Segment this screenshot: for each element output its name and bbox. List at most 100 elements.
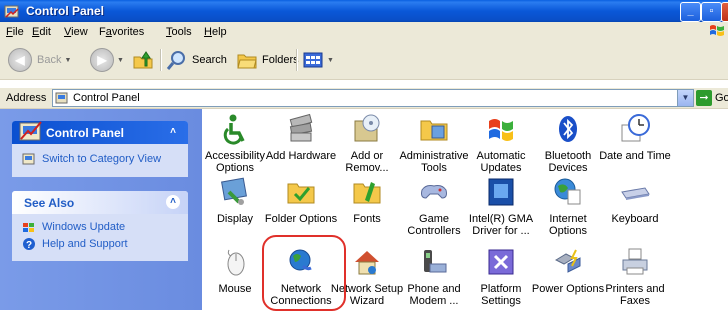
menu-bar: File Edit View Favorites Tools Help	[0, 22, 728, 42]
item-accessibility-options[interactable]: Accessibility Options	[198, 113, 272, 174]
item-keyboard[interactable]: Keyboard	[598, 176, 672, 225]
menu-favorites[interactable]: Favorites	[99, 26, 144, 38]
item-label: Keyboard	[611, 213, 659, 225]
printers-faxes-icon	[622, 248, 648, 275]
item-bluetooth-devices[interactable]: Bluetooth Devices	[531, 113, 605, 174]
see-also-title: See Also	[24, 196, 75, 210]
folders-icon	[237, 54, 257, 69]
item-label: Printers and Faxes	[605, 283, 665, 307]
switch-to-category-view-link[interactable]: Switch to Category View	[22, 150, 178, 167]
see-also-section-header[interactable]: See Also ˄	[12, 191, 188, 214]
switch-to-category-view-label: Switch to Category View	[42, 152, 162, 165]
power-options-icon	[554, 249, 581, 273]
up-folder-icon	[133, 51, 153, 69]
task-pane: Control Panel ˄ Switch to Category View …	[0, 109, 202, 310]
item-label: Internet Options	[549, 213, 587, 237]
folders-button[interactable]: Folders	[236, 47, 299, 73]
search-icon	[166, 51, 185, 70]
item-label: Power Options	[531, 283, 605, 295]
views-button[interactable]: ▼	[302, 47, 334, 73]
control-panel-section-title: Control Panel	[46, 126, 125, 140]
help-and-support-label: Help and Support	[42, 237, 128, 250]
item-label: Display	[216, 213, 254, 225]
windows-update-label: Windows Update	[42, 220, 126, 233]
svg-text:?: ?	[26, 240, 32, 251]
control-panel-icon	[4, 5, 19, 18]
collapse-chevron-icon[interactable]: ˄	[166, 195, 180, 209]
item-intel-gma-driver[interactable]: Intel(R) GMA Driver for ...	[464, 176, 538, 237]
date-time-icon	[621, 114, 650, 142]
item-label: Automatic Updates	[476, 150, 526, 174]
restore-button[interactable]: ▫	[701, 2, 722, 22]
bluetooth-icon	[559, 116, 577, 142]
close-button[interactable]	[721, 2, 728, 22]
item-label: Date and Time	[599, 150, 671, 162]
back-dropdown-icon: ▼	[64, 56, 72, 64]
menu-edit[interactable]: Edit	[32, 26, 51, 38]
category-view-icon	[22, 153, 35, 164]
forward-arrow-icon: ▶	[90, 48, 114, 72]
go-button[interactable]: ➞ Go	[696, 89, 728, 106]
mouse-icon	[227, 249, 245, 276]
item-label: Game Controllers	[407, 213, 461, 237]
item-label: Phone and Modem ...	[407, 283, 461, 307]
item-add-hardware[interactable]: Add Hardware	[264, 113, 338, 162]
minimize-button[interactable]: _	[680, 2, 701, 22]
toolbar-separator	[160, 49, 162, 71]
accessibility-icon	[223, 114, 245, 145]
item-label: Mouse	[218, 283, 252, 295]
item-printers-and-faxes[interactable]: Printers and Faxes	[598, 246, 672, 307]
search-label: Search	[192, 54, 227, 66]
menu-help[interactable]: Help	[204, 26, 227, 38]
toolbar-separator	[296, 49, 298, 71]
administrative-tools-icon	[420, 120, 448, 141]
item-add-remove-programs[interactable]: Add or Remov...	[330, 113, 404, 174]
item-automatic-updates[interactable]: Automatic Updates	[464, 113, 538, 174]
item-internet-options[interactable]: Internet Options	[531, 176, 605, 237]
item-power-options[interactable]: Power Options	[531, 246, 605, 295]
item-platform-settings[interactable]: Platform Settings	[464, 246, 538, 307]
internet-options-icon	[554, 178, 581, 205]
item-phone-and-modem[interactable]: Phone and Modem ...	[397, 246, 471, 307]
item-label: Add Hardware	[265, 150, 337, 162]
see-also-section: See Also ˄ Windows Update ? Help and Sup…	[12, 191, 188, 261]
fonts-icon	[353, 182, 381, 204]
up-folder-button[interactable]	[132, 47, 154, 73]
menu-tools[interactable]: Tools	[166, 26, 192, 38]
control-panel-icon	[55, 92, 68, 104]
item-display[interactable]: Display	[198, 176, 272, 225]
help-and-support-link[interactable]: ? Help and Support	[22, 235, 178, 252]
forward-dropdown-icon: ▼	[117, 56, 124, 64]
item-label: Add or Remov...	[345, 150, 389, 174]
item-date-and-time[interactable]: Date and Time	[598, 113, 672, 162]
game-controllers-icon	[421, 185, 447, 199]
item-folder-options[interactable]: Folder Options	[264, 176, 338, 225]
windows-update-icon	[23, 222, 34, 232]
automatic-updates-icon	[489, 119, 513, 141]
item-fonts[interactable]: Fonts	[330, 176, 404, 225]
item-label: Intel(R) GMA Driver for ...	[468, 213, 534, 237]
folders-label: Folders	[262, 54, 299, 66]
address-input[interactable]: Control Panel ▼	[52, 89, 694, 107]
address-value: Control Panel	[73, 92, 140, 104]
control-panel-section-header[interactable]: Control Panel ˄	[12, 121, 188, 144]
item-mouse[interactable]: Mouse	[198, 246, 272, 295]
windows-logo-icon	[710, 25, 724, 36]
network-setup-wizard-icon	[355, 251, 379, 275]
forward-button[interactable]: ▶ ▼	[90, 47, 124, 73]
item-label: Platform Settings	[480, 283, 522, 307]
item-administrative-tools[interactable]: Administrative Tools	[397, 113, 471, 174]
item-game-controllers[interactable]: Game Controllers	[397, 176, 471, 237]
add-hardware-icon	[289, 113, 313, 142]
search-button[interactable]: Search	[166, 47, 227, 73]
collapse-chevron-icon[interactable]: ˄	[166, 125, 180, 139]
back-button[interactable]: ◀ Back ▼	[8, 47, 71, 73]
windows-update-link[interactable]: Windows Update	[22, 218, 178, 235]
item-label: Accessibility Options	[205, 150, 265, 174]
menu-file[interactable]: File	[6, 26, 24, 38]
menu-view[interactable]: View	[64, 26, 88, 38]
address-dropdown-icon[interactable]: ▼	[677, 90, 693, 106]
control-panel-section: Control Panel ˄ Switch to Category View	[12, 121, 188, 177]
back-arrow-icon: ◀	[8, 48, 32, 72]
highlight-annotation	[262, 235, 346, 311]
